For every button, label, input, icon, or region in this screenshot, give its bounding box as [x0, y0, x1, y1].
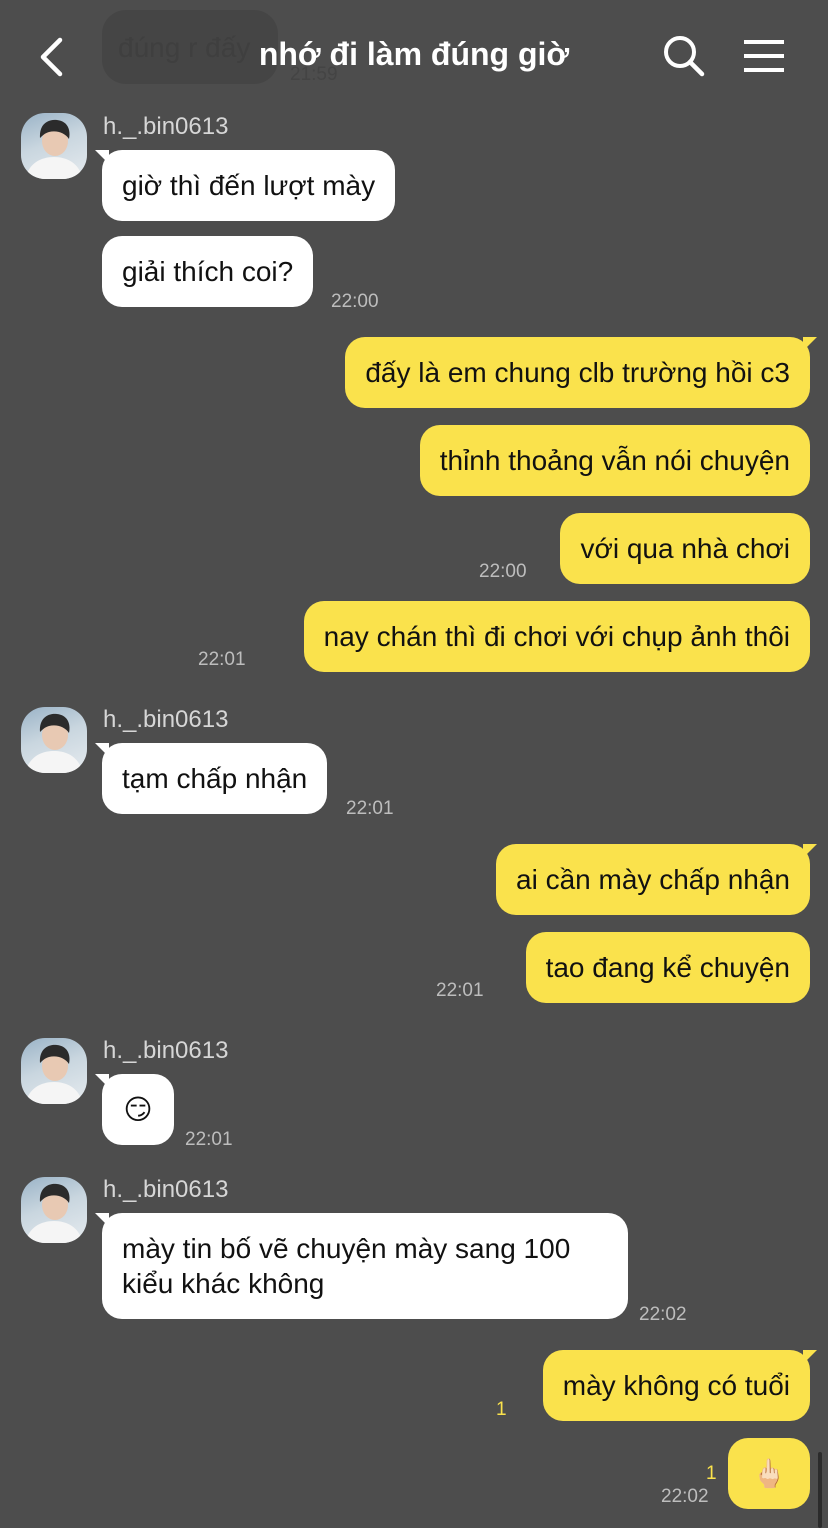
- message-text: đấy là em chung clb trường hồi c3: [365, 357, 790, 388]
- message-text: với qua nhà chơi: [580, 533, 790, 564]
- message-bubble[interactable]: mày tin bố vẽ chuyện mày sang 100 kiểu k…: [95, 1213, 628, 1319]
- scrollbar[interactable]: [818, 1452, 822, 1528]
- emoji-message: 😏: [123, 1094, 153, 1125]
- message-text: tao đang kể chuyện: [545, 952, 790, 983]
- sender-name: h._.bin0613: [103, 706, 229, 733]
- avatar[interactable]: [21, 707, 87, 773]
- message-text: giờ thì đến lượt mày: [122, 170, 376, 201]
- sender-name: h._.bin0613: [103, 1176, 229, 1203]
- message-bubble[interactable]: tao đang kể chuyện: [525, 932, 810, 1003]
- user-avatar-icon: [25, 119, 83, 179]
- message-text: giải thích coi?: [122, 256, 294, 287]
- avatar[interactable]: [21, 1038, 87, 1104]
- message-time: 22:00: [479, 561, 527, 582]
- unread-count: 1: [496, 1399, 507, 1420]
- message-bubble[interactable]: với qua nhà chơi: [560, 513, 810, 584]
- menu-button[interactable]: [738, 34, 790, 78]
- message-bubble[interactable]: giờ thì đến lượt mày: [94, 150, 396, 221]
- unread-count: 1: [706, 1463, 717, 1484]
- message-text-line: mày tin bố vẽ chuyện mày sang 100: [122, 1233, 571, 1264]
- emoji-message: 🖕🏻: [751, 1458, 787, 1489]
- avatar[interactable]: [21, 1177, 87, 1243]
- search-button[interactable]: [660, 32, 708, 80]
- message-bubble[interactable]: 🖕🏻: [728, 1438, 810, 1509]
- message-time: 22:01: [346, 798, 394, 819]
- message-time: 22:02: [661, 1486, 709, 1507]
- message-bubble[interactable]: tạm chấp nhận: [94, 743, 328, 814]
- message-bubble[interactable]: nay chán thì đi chơi với chụp ảnh thôi: [303, 601, 810, 672]
- message-text: tạm chấp nhận: [122, 763, 308, 794]
- hamburger-menu-icon: [744, 40, 784, 72]
- user-avatar-icon: [25, 1183, 83, 1243]
- message-bubble[interactable]: đấy là em chung clb trường hồi c3: [345, 337, 817, 408]
- message-bubble[interactable]: thỉnh thoảng vẫn nói chuyện: [419, 425, 810, 496]
- sender-name: h._.bin0613: [103, 1037, 229, 1064]
- avatar[interactable]: [21, 113, 87, 179]
- user-avatar-icon: [25, 713, 83, 773]
- message-text: ai cần mày chấp nhận: [516, 864, 790, 895]
- message-text: mày không có tuổi: [562, 1370, 790, 1401]
- user-avatar-icon: [25, 1044, 83, 1104]
- message-time: 22:01: [436, 980, 484, 1001]
- message-time: 22:01: [198, 649, 246, 670]
- message-time: 22:00: [331, 291, 379, 312]
- message-bubble[interactable]: mày không có tuổi: [542, 1350, 818, 1421]
- message-bubble[interactable]: ai cần mày chấp nhận: [496, 844, 817, 915]
- message-text-line: kiểu khác không: [122, 1268, 325, 1299]
- message-text: thỉnh thoảng vẫn nói chuyện: [439, 445, 790, 476]
- message-bubble[interactable]: 😏: [95, 1074, 174, 1145]
- message-time: 22:01: [185, 1129, 233, 1150]
- message-time: 22:02: [639, 1304, 687, 1325]
- message-bubble[interactable]: giải thích coi?: [102, 236, 314, 307]
- search-icon: [664, 36, 705, 77]
- message-text: nay chán thì đi chơi với chụp ảnh thôi: [323, 621, 790, 652]
- sender-name: h._.bin0613: [103, 113, 229, 140]
